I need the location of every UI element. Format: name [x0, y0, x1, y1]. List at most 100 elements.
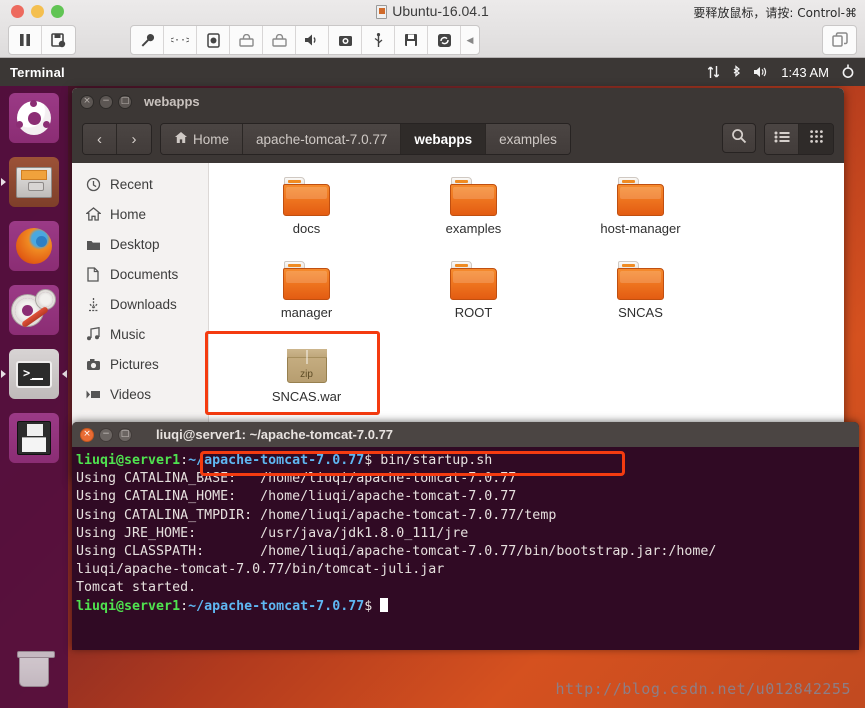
- file-item-docs[interactable]: docs: [223, 175, 390, 259]
- launcher-item-dash[interactable]: [0, 86, 68, 150]
- sync-icon[interactable]: [428, 26, 461, 54]
- bluetooth-icon[interactable]: [731, 64, 742, 80]
- forward-button[interactable]: ›: [117, 124, 151, 154]
- wrench-icon[interactable]: [131, 26, 164, 54]
- usb-icon[interactable]: [362, 26, 395, 54]
- terminal-window-controls[interactable]: × − □: [80, 427, 132, 442]
- vm-release-mouse-hint: 要释放鼠标，请按: Control-⌘: [693, 6, 857, 20]
- files-minimize-button[interactable]: −: [99, 94, 113, 109]
- terminal-output[interactable]: liuqi@server1:~/apache-tomcat-7.0.77$ bi…: [72, 447, 859, 616]
- harddisk-icon[interactable]: [197, 26, 230, 54]
- folder-icon: [616, 177, 665, 217]
- sidebar-item-label: Recent: [110, 176, 153, 192]
- breadcrumb-label: apache-tomcat-7.0.77: [256, 131, 388, 147]
- search-button[interactable]: [722, 123, 756, 153]
- launcher-item-terminal[interactable]: >_: [0, 342, 68, 406]
- snapshot-button[interactable]: [42, 26, 75, 54]
- home-icon: [174, 131, 188, 147]
- breadcrumb-item-examples[interactable]: examples: [486, 124, 570, 154]
- files-window-controls[interactable]: × − □: [80, 94, 132, 109]
- file-item-sncas[interactable]: SNCAS: [557, 259, 724, 343]
- panel-app-name[interactable]: Terminal: [10, 65, 65, 80]
- grid-view-button[interactable]: [799, 124, 833, 154]
- terminal-line: Tomcat started.: [76, 580, 197, 596]
- terminal-maximize-button[interactable]: □: [118, 427, 132, 442]
- list-view-button[interactable]: [765, 124, 799, 154]
- camera-icon[interactable]: [329, 26, 362, 54]
- panel-clock[interactable]: 1:43 AM: [781, 65, 829, 80]
- breadcrumb-label: webapps: [414, 131, 473, 147]
- launcher-item-trash[interactable]: [0, 640, 68, 700]
- ubuntu-logo-icon: [16, 100, 51, 135]
- folder-icon: [282, 177, 331, 217]
- sidebar-item-recent[interactable]: Recent: [72, 169, 208, 199]
- sidebar-item-desktop[interactable]: Desktop: [72, 229, 208, 259]
- breadcrumb-item-apache-tomcat[interactable]: apache-tomcat-7.0.77: [243, 124, 402, 154]
- network-icon[interactable]: <··>: [164, 26, 197, 54]
- breadcrumb-item-home[interactable]: Home: [161, 124, 244, 154]
- up-down-arrows-icon[interactable]: [707, 65, 720, 79]
- vm-toolbar-right-group: [822, 25, 857, 55]
- toolbar-collapse-arrow[interactable]: ◀: [461, 26, 479, 54]
- document-icon: [85, 266, 101, 282]
- terminal-icon: >_: [16, 360, 52, 388]
- pause-button[interactable]: [9, 26, 42, 54]
- launcher-item-firefox[interactable]: [0, 214, 68, 278]
- back-button[interactable]: ‹: [83, 124, 117, 154]
- file-item-sncas-war[interactable]: zip SNCAS.war: [223, 343, 390, 427]
- firefox-icon: [16, 228, 52, 264]
- floppy-disk-icon: [17, 421, 51, 455]
- breadcrumb-label: examples: [499, 131, 557, 147]
- windows-icon[interactable]: [823, 26, 856, 54]
- terminal-minimize-button[interactable]: −: [99, 427, 113, 442]
- optical-disc-2-icon[interactable]: [263, 26, 296, 54]
- grid-view-icon: [809, 130, 823, 148]
- launcher-item-save[interactable]: [0, 406, 68, 470]
- floppy-icon[interactable]: [395, 26, 428, 54]
- focused-indicator: [62, 370, 67, 378]
- running-indicator: [1, 178, 6, 186]
- breadcrumb-item-webapps[interactable]: webapps: [401, 124, 487, 154]
- files-close-button[interactable]: ×: [80, 94, 94, 109]
- speaker-icon[interactable]: [296, 26, 329, 54]
- file-label: SNCAS.war: [271, 389, 342, 404]
- sidebar-item-downloads[interactable]: Downloads: [72, 289, 208, 319]
- folder-icon: [282, 261, 331, 301]
- watermark: http://blog.csdn.net/u012842255: [555, 680, 851, 698]
- terminal-close-button[interactable]: ×: [80, 427, 94, 442]
- file-item-examples[interactable]: examples: [390, 175, 557, 259]
- files-action-buttons: [722, 123, 834, 155]
- folder-icon: [616, 261, 665, 301]
- files-maximize-button[interactable]: □: [118, 94, 132, 109]
- file-item-root[interactable]: ROOT: [390, 259, 557, 343]
- launcher-item-files[interactable]: [0, 150, 68, 214]
- terminal-titlebar[interactable]: × − □ liuqi@server1: ~/apache-tomcat-7.0…: [72, 422, 859, 447]
- terminal-prompt-path: ~/apache-tomcat-7.0.77: [188, 598, 365, 614]
- sidebar-item-videos[interactable]: Videos: [72, 379, 208, 409]
- sidebar-item-home[interactable]: Home: [72, 199, 208, 229]
- running-indicator: [1, 370, 6, 378]
- file-item-host-manager[interactable]: host-manager: [557, 175, 724, 259]
- unity-top-panel: Terminal 1:43 AM: [0, 58, 865, 86]
- terminal-line: Using CATALINA_TMPDIR: /home/liuqi/apach…: [76, 507, 557, 523]
- file-item-manager[interactable]: manager: [223, 259, 390, 343]
- list-view-icon: [774, 130, 790, 148]
- files-titlebar[interactable]: × − □ webapps: [72, 88, 844, 115]
- breadcrumb-label: Home: [193, 131, 230, 147]
- zip-badge-label: zip: [300, 369, 313, 380]
- sidebar-item-documents[interactable]: Documents: [72, 259, 208, 289]
- terminal-prompt-user: liuqi@server1: [76, 453, 181, 468]
- terminal-cursor: [380, 597, 389, 612]
- file-label: docs: [292, 221, 321, 236]
- download-icon: [85, 296, 101, 312]
- ubuntu-desktop: Terminal 1:43 AM >_ × − □ webapps ‹ › Ho…: [0, 58, 865, 708]
- panel-indicators: 1:43 AM: [707, 64, 856, 80]
- sidebar-item-music[interactable]: Music: [72, 319, 208, 349]
- sidebar-item-pictures[interactable]: Pictures: [72, 349, 208, 379]
- sidebar-item-label: Music: [110, 326, 146, 342]
- launcher-item-system-settings[interactable]: [0, 278, 68, 342]
- speaker-icon[interactable]: [753, 65, 770, 79]
- gear-icon[interactable]: [840, 64, 856, 80]
- optical-disc-icon[interactable]: [230, 26, 263, 54]
- terminal-line: liuqi/apache-tomcat-7.0.77/bin/tomcat-ju…: [76, 562, 445, 578]
